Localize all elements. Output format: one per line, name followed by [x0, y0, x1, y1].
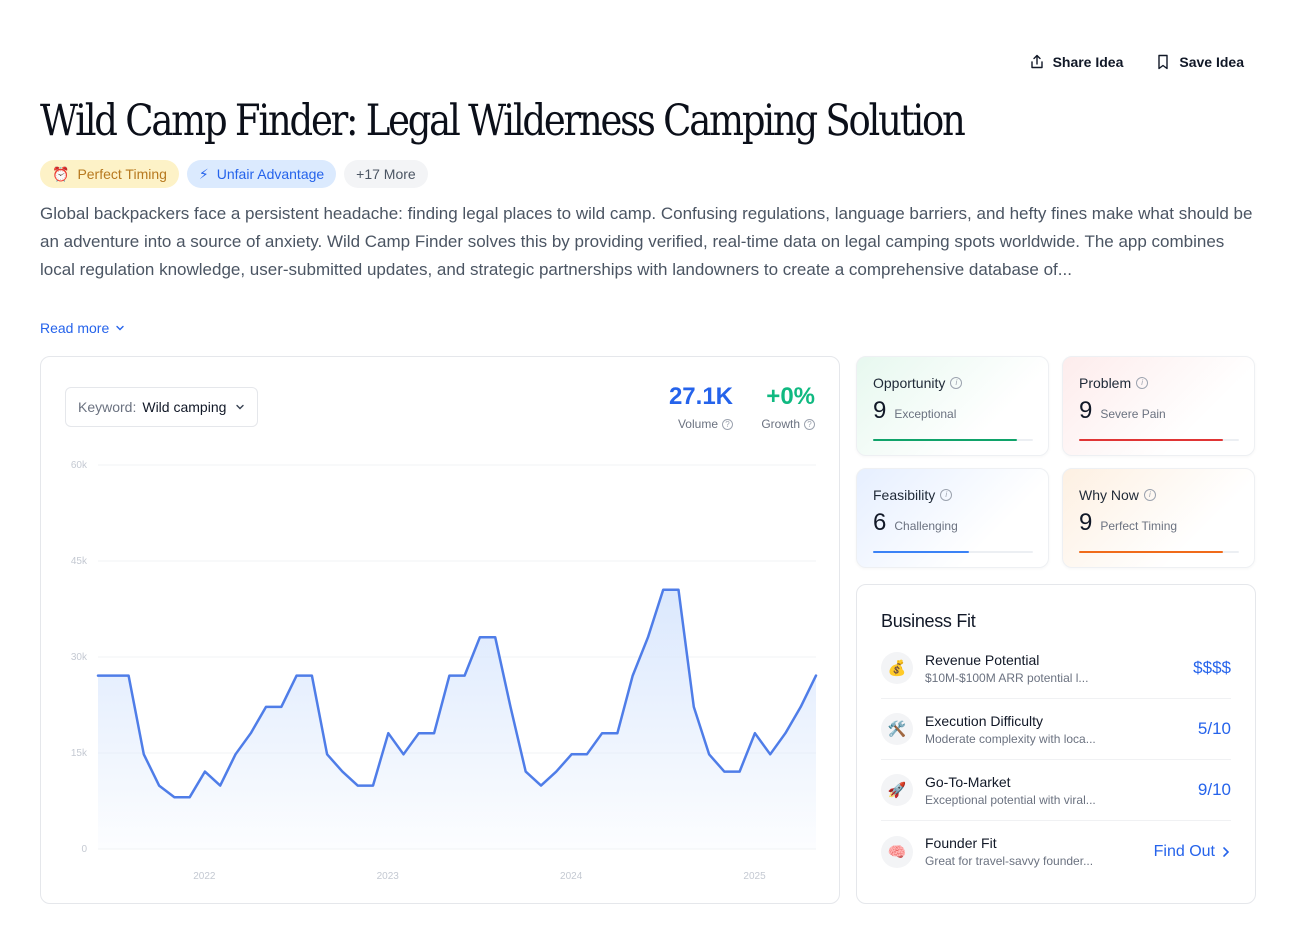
fit-desc: Moderate complexity with loca... [925, 731, 1096, 746]
score-bar-fill [1079, 551, 1223, 553]
chevron-down-icon [236, 404, 244, 410]
x-tick-label: 2022 [193, 871, 216, 882]
business-fit-list: 💰 Revenue Potential $10M-$100M ARR potent… [881, 638, 1231, 882]
fit-desc: Exceptional potential with viral... [925, 792, 1096, 807]
x-tick-label: 2025 [743, 871, 766, 882]
score-descriptor: Exceptional [894, 407, 957, 421]
fit-row-execution-difficulty[interactable]: 🛠️ Execution Difficulty Moderate complexi… [881, 699, 1231, 760]
share-idea-label: Share Idea [1052, 54, 1124, 70]
find-out-label: Find Out [1153, 842, 1215, 860]
y-tick-label: 60k [71, 460, 88, 471]
help-icon[interactable]: ? [804, 418, 815, 430]
volume-value: 27.1K [668, 383, 733, 410]
score-descriptor: Perfect Timing [1100, 519, 1178, 533]
score-value: 9 [1079, 509, 1093, 536]
lightning-icon: ⚡ [198, 165, 209, 182]
bookmark-icon [1158, 54, 1169, 70]
score-card-problem[interactable]: Problem i 9 Severe Pain [1062, 356, 1255, 456]
y-tick-label: 45k [71, 556, 88, 567]
tag-list: ⏰ Perfect Timing ⚡ Unfair Advantage +17 … [40, 160, 428, 188]
idea-description: Global backpackers face a persistent hea… [40, 204, 1253, 279]
save-idea-label: Save Idea [1179, 54, 1244, 70]
volume-label: Volume [677, 417, 718, 431]
score-descriptor: Severe Pain [1100, 407, 1166, 421]
y-tick-label: 0 [81, 844, 87, 855]
tag-perfect-timing[interactable]: ⏰ Perfect Timing [40, 160, 179, 188]
help-icon[interactable]: ? [722, 418, 733, 430]
score-label: Feasibility [873, 487, 936, 503]
chevron-right-icon [1223, 846, 1230, 857]
score-card-opportunity[interactable]: Opportunity i 9 Exceptional [856, 356, 1049, 456]
tag-label: Perfect Timing [77, 166, 167, 182]
growth-label: Growth [761, 417, 800, 431]
money-bag-icon: 💰 [881, 652, 913, 684]
info-icon[interactable]: i [940, 489, 953, 501]
fit-name: Revenue Potential [925, 651, 1040, 668]
fit-name: Founder Fit [925, 835, 997, 851]
top-actions: Share Idea Save Idea [1029, 54, 1244, 70]
keyword-select[interactable]: Keyword: Wild camping [65, 387, 258, 427]
fit-value: 5/10 [1197, 719, 1231, 738]
growth-value: +0% [766, 383, 815, 410]
tag-label: +17 More [356, 166, 416, 182]
y-tick-label: 30k [71, 652, 88, 663]
fit-value: 9/10 [1197, 780, 1231, 799]
info-icon[interactable]: i [1136, 377, 1149, 389]
fit-desc: $10M-$100M ARR potential l... [925, 670, 1089, 685]
tools-icon: 🛠️ [881, 713, 913, 745]
score-bar-fill [873, 551, 969, 553]
score-bar [1079, 551, 1239, 553]
score-label: Problem [1079, 375, 1132, 391]
score-bar-fill [873, 439, 1017, 441]
fit-row-go-to-market[interactable]: 🚀 Go-To-Market Exceptional potential with… [881, 760, 1231, 821]
score-descriptor: Challenging [894, 519, 958, 533]
fit-name: Go-To-Market [925, 773, 1011, 790]
score-value: 9 [873, 397, 887, 424]
find-out-link[interactable]: Find Out [1154, 843, 1231, 861]
read-more-link[interactable]: Read more [40, 320, 125, 336]
share-icon [1030, 54, 1043, 69]
tag-unfair-advantage[interactable]: ⚡ Unfair Advantage [186, 160, 337, 188]
fit-row-revenue-potential[interactable]: 💰 Revenue Potential $10M-$100M ARR potent… [881, 638, 1231, 699]
score-label: Opportunity [873, 375, 946, 391]
tag-label: Unfair Advantage [216, 166, 325, 182]
score-bar-fill [1079, 439, 1223, 441]
growth-metric: +0% Growth? [761, 383, 815, 431]
score-label: Why Now [1079, 487, 1139, 503]
y-tick-label: 15k [71, 748, 88, 759]
alarm-clock-icon: ⏰ [52, 165, 70, 182]
score-card-why-now[interactable]: Why Now i 9 Perfect Timing [1062, 468, 1255, 568]
keyword-value: Wild camping [142, 399, 227, 415]
fit-name: Execution Difficulty [925, 712, 1044, 729]
save-idea-button[interactable]: Save Idea [1155, 54, 1244, 70]
page-title: Wild Camp Finder: Legal Wilderness Campi… [40, 96, 966, 146]
score-value: 6 [873, 509, 887, 536]
fit-desc: Great for travel-savvy founder... [925, 854, 1094, 868]
business-fit-card: Business Fit 💰 Revenue Potential $10M-$10… [856, 584, 1256, 904]
info-icon[interactable]: i [950, 377, 963, 389]
score-bar [873, 551, 1033, 553]
tag-more[interactable]: +17 More [344, 160, 428, 188]
info-icon[interactable]: i [1143, 489, 1156, 501]
fit-row-founder-fit[interactable]: 🧠 Founder Fit Great for travel-savvy foun… [881, 821, 1231, 882]
score-card-feasibility[interactable]: Feasibility i 6 Challenging [856, 468, 1049, 568]
share-idea-button[interactable]: Share Idea [1029, 54, 1124, 70]
score-value: 9 [1079, 397, 1093, 424]
business-fit-title: Business Fit [881, 611, 976, 631]
keyword-label: Keyword: [78, 399, 137, 415]
x-tick-label: 2023 [377, 871, 400, 882]
x-tick-label: 2024 [560, 871, 583, 882]
score-bar [1079, 439, 1239, 441]
brain-icon: 🧠 [881, 835, 913, 868]
trend-chart: 0 15k 30k 45k 60k 2022 2023 2024 2025 [71, 460, 818, 882]
trend-chart-card: 0 15k 30k 45k 60k 2022 2023 2024 2025 Keyword: W… [40, 356, 840, 904]
volume-metric: 27.1K Volume? [669, 383, 733, 431]
score-bar [873, 439, 1033, 441]
series-area [98, 589, 816, 849]
rocket-icon: 🚀 [881, 774, 913, 806]
chevron-down-icon [116, 325, 124, 331]
fit-value: $$$$ [1193, 658, 1231, 677]
read-more-label: Read more [40, 320, 110, 336]
